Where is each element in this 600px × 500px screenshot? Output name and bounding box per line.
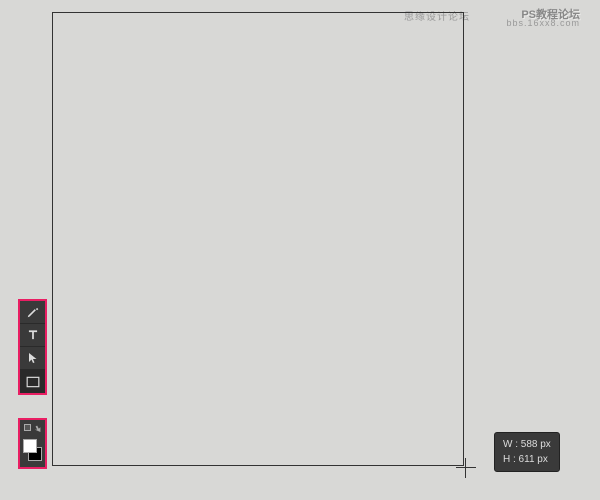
pen-tool-button[interactable]	[20, 301, 45, 324]
tool-panel-drawing	[18, 299, 47, 395]
type-tool-button[interactable]	[20, 324, 45, 347]
screen-mode-button[interactable]	[20, 420, 45, 435]
path-selection-tool-button[interactable]	[20, 347, 45, 370]
dimension-tooltip: W : 588 px H : 611 px	[494, 432, 560, 472]
shape-selection-rectangle[interactable]	[52, 12, 464, 466]
pen-icon	[26, 305, 40, 319]
watermark-url: bbs.16xx8.com	[506, 18, 580, 28]
height-readout: H : 611 px	[503, 452, 551, 467]
color-swatch-control[interactable]	[20, 437, 45, 463]
type-icon	[26, 328, 40, 342]
tool-panel-color	[18, 418, 47, 469]
arrow-cursor-icon	[27, 351, 39, 365]
rectangle-tool-button[interactable]	[20, 370, 45, 393]
mode-square-icon	[24, 424, 31, 431]
foreground-color-swatch[interactable]	[23, 439, 37, 453]
rectangle-icon	[26, 376, 40, 388]
swap-arrows-icon	[34, 424, 42, 432]
width-readout: W : 588 px	[503, 437, 551, 452]
